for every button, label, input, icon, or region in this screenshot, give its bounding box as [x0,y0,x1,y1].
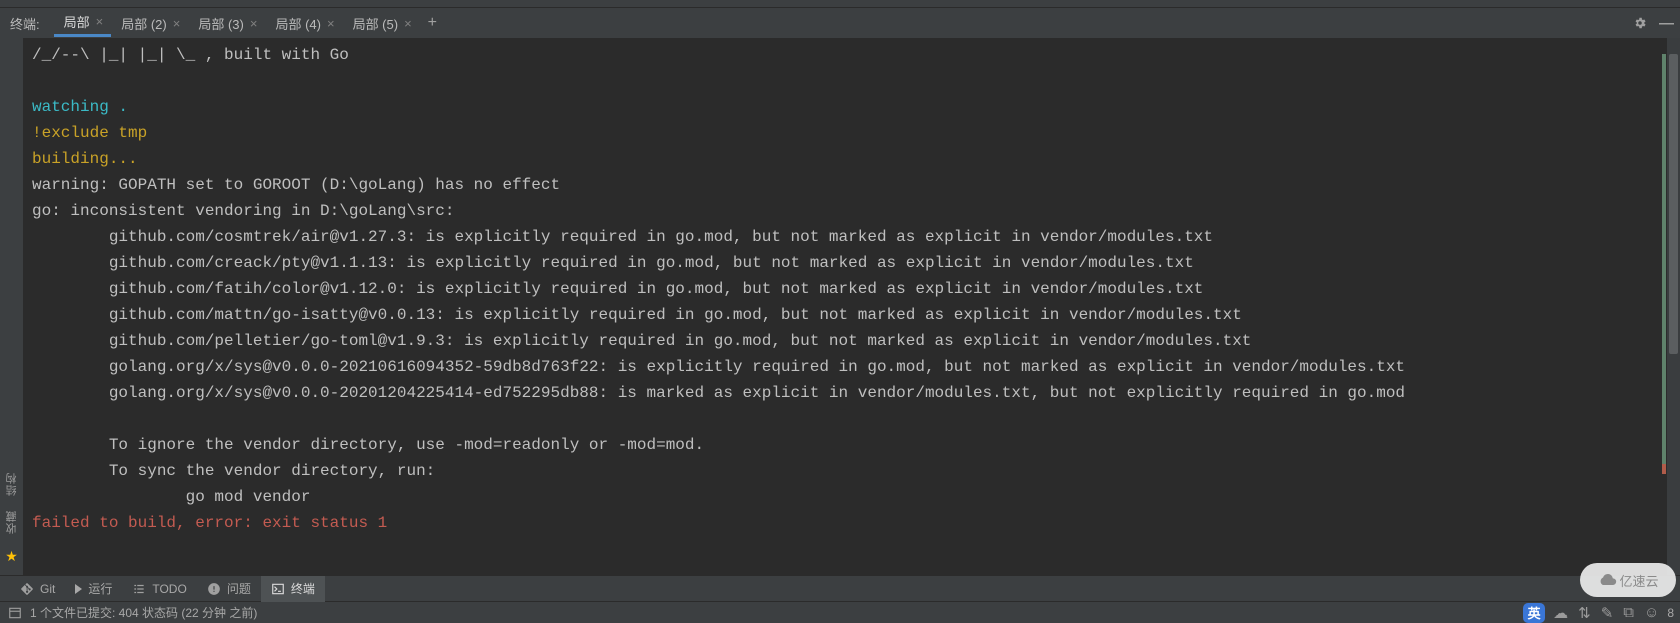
terminal-line: github.com/cosmtrek/air@v1.27.3: is expl… [32,228,1213,246]
cloud-icon[interactable]: ☁ [1551,604,1570,622]
panel-title: 终端: [10,14,40,33]
terminal-tabbar: 终端: 局部 × 局部 (2) × 局部 (3) × 局部 (4) × 局部 (5) × + — [0,8,1680,38]
terminal-line: /_/--\ |_| |_| \_ , built with Go [32,46,349,64]
close-icon[interactable]: × [173,17,181,30]
todo-toolwindow[interactable]: TODO [122,576,196,602]
terminal-line: github.com/mattn/go-isatty@v0.0.13: is e… [32,306,1242,324]
terminal-tab-1[interactable]: 局部 × [54,9,112,37]
status-bar: 1 个文件已提交: 404 状态码 (22 分钟 之前) 英 ☁ ⇅ ✎ ⧉ ☺… [0,601,1680,623]
tab-label: 局部 [64,12,90,31]
ime-badge[interactable]: 英 [1523,603,1545,623]
line-col: 8 [1667,606,1674,620]
git-toolwindow[interactable]: Git [10,576,65,602]
gear-icon[interactable] [1627,16,1653,30]
window-icon[interactable] [6,606,24,620]
terminal-view[interactable]: /_/--\ |_| |_| \_ , built with Go watchi… [24,38,1680,575]
terminal-tab-3[interactable]: 局部 (3) × [188,9,265,37]
terminal-line: To sync the vendor directory, run: [32,462,435,480]
tab-label: 局部 (4) [275,14,321,33]
run-label: 运行 [88,580,112,597]
minimize-icon[interactable]: — [1653,15,1680,32]
terminal-line: golang.org/x/sys@v0.0.0-20210616094352-5… [32,358,1405,376]
terminal-line: !exclude tmp [32,124,147,142]
terminal-label: 终端 [291,580,315,597]
emoji-icon[interactable]: ☺ [1642,604,1661,621]
terminal-line: building... [32,150,138,168]
terminal-output[interactable]: /_/--\ |_| |_| \_ , built with Go watchi… [24,38,1680,575]
watermark-text: 亿速云 [1619,571,1658,590]
error-stripe[interactable] [1662,54,1666,474]
bottom-toolbar: Git 运行 TODO 问题 终端 [0,575,1680,601]
left-tool-gutter: 结构 收藏 ★ [0,38,24,575]
tab-label: 局部 (5) [353,14,399,33]
status-message: 1 个文件已提交: 404 状态码 (22 分钟 之前) [30,604,257,621]
todo-label: TODO [152,582,186,596]
play-icon [75,584,82,594]
terminal-line: go mod vendor [32,488,310,506]
close-icon[interactable]: × [250,17,258,30]
close-icon[interactable]: × [96,15,104,28]
terminal-line: github.com/fatih/color@v1.12.0: is expli… [32,280,1203,298]
watermark: 亿速云 [1580,563,1676,597]
problems-label: 问题 [227,580,251,597]
tab-label: 局部 (2) [121,14,167,33]
terminal-line: failed to build, error: exit status 1 [32,514,387,532]
problems-toolwindow[interactable]: 问题 [197,576,261,602]
bell-icon[interactable]: ⧉ [1621,604,1636,621]
edit-icon[interactable]: ✎ [1599,604,1616,622]
terminal-line: To ignore the vendor directory, use -mod… [32,436,704,454]
favorites-toolwindow[interactable]: 收藏 [4,510,20,534]
terminal-tab-4[interactable]: 局部 (4) × [265,9,342,37]
run-toolwindow[interactable]: 运行 [65,576,122,602]
editor-trim [0,0,1680,8]
close-icon[interactable]: × [404,17,412,30]
scrollbar[interactable] [1667,38,1680,575]
tab-label: 局部 (3) [198,14,244,33]
terminal-tab-2[interactable]: 局部 (2) × [111,9,188,37]
star-icon[interactable]: ★ [5,548,18,565]
terminal-line: go: inconsistent vendoring in D:\goLang\… [32,202,454,220]
terminal-line: watching . [32,98,128,116]
structure-toolwindow[interactable]: 结构 [4,472,20,496]
close-icon[interactable]: × [327,17,335,30]
terminal-line: warning: GOPATH set to GOROOT (D:\goLang… [32,176,560,194]
terminal-line: github.com/creack/pty@v1.1.13: is explic… [32,254,1194,272]
terminal-line: golang.org/x/sys@v0.0.0-20201204225414-e… [32,384,1405,402]
terminal-tab-5[interactable]: 局部 (5) × [343,9,420,37]
terminal-line: github.com/pelletier/go-toml@v1.9.3: is … [32,332,1251,350]
terminal-toolwindow[interactable]: 终端 [261,576,325,602]
sync-icon[interactable]: ⇅ [1576,604,1593,622]
add-tab-button[interactable]: + [420,14,445,32]
git-label: Git [40,582,55,596]
